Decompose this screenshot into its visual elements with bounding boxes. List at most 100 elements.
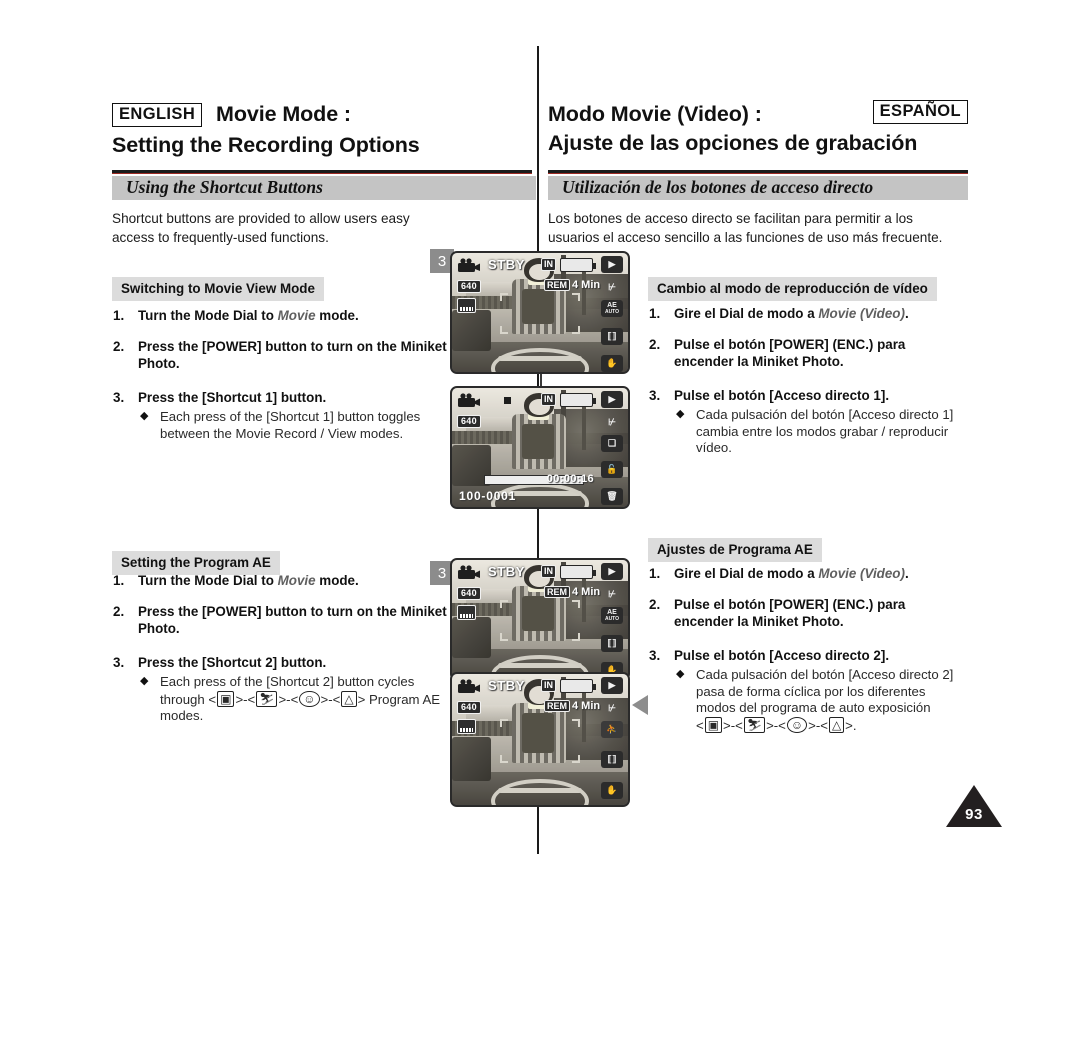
auto-program-icon: ▣	[217, 690, 235, 707]
lcd-program-ae-sports: STBY 640 REM 4 Min IN ▶ ⊬ ⛹ ⟦⟧ ✋	[450, 672, 630, 807]
multi-copy-icon[interactable]: ❏	[601, 435, 623, 452]
step-number: 1.	[649, 306, 661, 321]
hand-icon[interactable]: ✋	[601, 782, 623, 799]
step-bullet-text: Each press of the [Shortcut 1] button to…	[160, 409, 421, 441]
lcd-side-rail: ▶ ⊬ ⛹ ⟦⟧ ✋	[601, 677, 625, 802]
step-text: Press the [Shortcut 2] button.	[138, 654, 327, 670]
battery-icon	[560, 393, 596, 407]
lcd-memory-badge: IN	[541, 565, 556, 578]
step-number: 1.	[113, 308, 125, 323]
step-text: Turn the Mode Dial to Movie mode.	[138, 308, 359, 323]
step-number: 2.	[113, 603, 125, 619]
step-emphasis: Movie (Video)	[818, 306, 905, 321]
step-emphasis: Movie	[277, 308, 316, 323]
english-title-line1: Movie Mode :	[216, 102, 351, 126]
movie-camera-icon	[458, 258, 480, 272]
ae-auto-icon[interactable]: AE AUTO	[601, 607, 623, 624]
movie-camera-icon	[458, 565, 480, 579]
focus-icon[interactable]: ⟦⟧	[601, 751, 623, 768]
spanish-title-line1: Modo Movie (Video) :	[548, 102, 762, 126]
page-header: ENGLISH Movie Mode : Setting the Recordi…	[112, 100, 968, 172]
step-bullet-text-3: modos del programa de auto exposición	[696, 700, 931, 716]
zoom-mic-icon[interactable]: ⊬	[601, 414, 623, 431]
step-number: 3.	[649, 387, 661, 403]
step-number: 2.	[649, 336, 661, 352]
language-tag-english: ENGLISH	[112, 103, 203, 127]
play-icon[interactable]: ▶	[601, 256, 623, 273]
lcd-osd-overlay: 640 IN 00:00:16 100-0001 ▶ ⊬ ❏ 🔓 🗑	[452, 388, 628, 507]
heading-cambio-al-modo-de-reproduccion: Cambio al modo de reproducción de vídeo	[648, 277, 937, 301]
play-icon[interactable]: ▶	[601, 677, 623, 694]
step-text: Gire el Dial de modo a Movie (Video).	[674, 306, 909, 321]
section-bar-english-label: Using the Shortcut Buttons	[126, 177, 323, 197]
step-number: 3.	[113, 389, 125, 405]
zoom-mic-icon[interactable]: ⊬	[601, 586, 623, 603]
step-bullet-text: Each press of the [Shortcut 2] button cy…	[160, 674, 415, 689]
lcd-movie-view-playback: 640 IN 00:00:16 100-0001 ▶ ⊬ ❏ 🔓 🗑	[450, 386, 630, 509]
focus-brackets-icon	[499, 293, 581, 334]
focus-brackets-icon	[499, 600, 581, 641]
movie-camera-icon	[458, 679, 480, 693]
steps-english-sub2: 1. Turn the Mode Dial to Movie mode. 2. …	[112, 572, 448, 738]
zoom-mic-icon[interactable]: ⊬	[601, 279, 623, 296]
step-bullet: ◆ Each press of the [Shortcut 2] button …	[138, 674, 448, 725]
auto-program-icon: ▣	[704, 716, 723, 733]
step-row: 3. Pulse el botón [Acceso directo 1]. ◆ …	[648, 387, 968, 457]
lcd-osd-overlay: STBY 640 REM 4 Min IN ▶ ⊬ AE AUTO ⟦⟧ ✋	[452, 560, 628, 679]
lcd-osd-overlay: STBY 640 REM 4 Min IN ▶ ⊬ AE AUTO ⟦⟧ ✋	[452, 253, 628, 372]
step-text: Press the [POWER] button to turn on the …	[138, 603, 447, 637]
language-tag-spanish: ESPAÑOL	[872, 100, 968, 124]
step-text: Gire el Dial de modo a Movie (Video).	[674, 566, 909, 581]
lcd-memory-badge: IN	[541, 393, 556, 406]
focus-icon[interactable]: ⟦⟧	[601, 635, 623, 652]
page-number-badge: 93	[946, 785, 1002, 827]
lcd-resolution-badge: 640	[457, 280, 481, 293]
trash-icon[interactable]: 🗑	[601, 488, 623, 505]
play-icon[interactable]: ▶	[601, 563, 623, 580]
spanish-title-row: Modo Movie (Video) : ESPAÑOL	[548, 100, 968, 127]
unlock-icon[interactable]: 🔓	[601, 461, 623, 478]
sand-snow-icon: △	[828, 716, 845, 733]
lcd-memory-badge: IN	[541, 679, 556, 692]
step-text: Press the [Shortcut 1] button.	[138, 389, 327, 405]
battery-icon	[560, 258, 596, 272]
step-number: 2.	[649, 596, 661, 612]
step-row: 3. Press the [Shortcut 1] button. ◆ Each…	[112, 389, 448, 443]
ae-auto-icon[interactable]: AE AUTO	[601, 300, 623, 317]
step-text: Turn the Mode Dial to Movie mode.	[138, 573, 359, 588]
intro-english: Shortcut buttons are provided to allow u…	[112, 211, 410, 245]
sports-icon[interactable]: ⛹	[601, 721, 623, 738]
lcd-remaining-time: REM 4 Min	[544, 586, 600, 598]
steps-spanish-sub1: 1. Gire el Dial de modo a Movie (Video).…	[648, 305, 968, 470]
diamond-bullet-icon: ◆	[676, 668, 685, 680]
lcd-resolution-badge: 640	[457, 587, 481, 600]
step-bullet-text-2: through	[160, 691, 205, 707]
connector-line-1	[540, 374, 542, 386]
spotlight-icon: ☺	[299, 690, 320, 707]
zoom-mic-icon[interactable]: ⊬	[601, 700, 623, 717]
hand-icon[interactable]: ✋	[601, 355, 623, 372]
lcd-movie-record-standby: STBY 640 REM 4 Min IN ▶ ⊬ AE AUTO ⟦⟧ ✋	[450, 251, 630, 374]
rule-english-accent	[112, 173, 532, 175]
lcd-quality-icon	[457, 605, 476, 620]
step-number: 2.	[113, 338, 125, 354]
step-bullet: ◆ Each press of the [Shortcut 1] button …	[138, 409, 448, 442]
lcd-remaining-time: REM 4 Min	[544, 279, 600, 291]
step-row: 1. Gire el Dial de modo a Movie (Video).	[648, 565, 968, 583]
lcd-status-text: STBY	[488, 564, 526, 579]
step-bullet-text: Cada pulsación del botón [Acceso directo…	[696, 667, 954, 682]
focus-icon[interactable]: ⟦⟧	[601, 328, 623, 345]
step-number: 1.	[113, 573, 125, 588]
step-bullet: ◆ Cada pulsación del botón [Acceso direc…	[674, 407, 968, 457]
step-row: 2. Press the [POWER] button to turn on t…	[112, 338, 448, 373]
spanish-title-line2: Ajuste de las opciones de grabación	[548, 131, 918, 155]
lcd-timecode: 00:00:16	[546, 473, 594, 485]
heading-ajustes-de-programa-ae: Ajustes de Programa AE	[648, 538, 822, 562]
step-text: Pulse el botón [POWER] (ENC.) para encen…	[674, 596, 906, 630]
play-icon[interactable]: ▶	[601, 391, 623, 408]
sports-icon: ⛷	[256, 690, 278, 707]
program-ae-chain: < ▣ >-< ⛷ >-< ☺ >-< △ >	[696, 716, 853, 733]
english-title-line2: Setting the Recording Options	[112, 133, 420, 157]
step-bullet-text-2: pasa de forma cíclica por los diferentes	[696, 683, 926, 699]
step-row: 3. Press the [Shortcut 2] button. ◆ Each…	[112, 654, 448, 725]
